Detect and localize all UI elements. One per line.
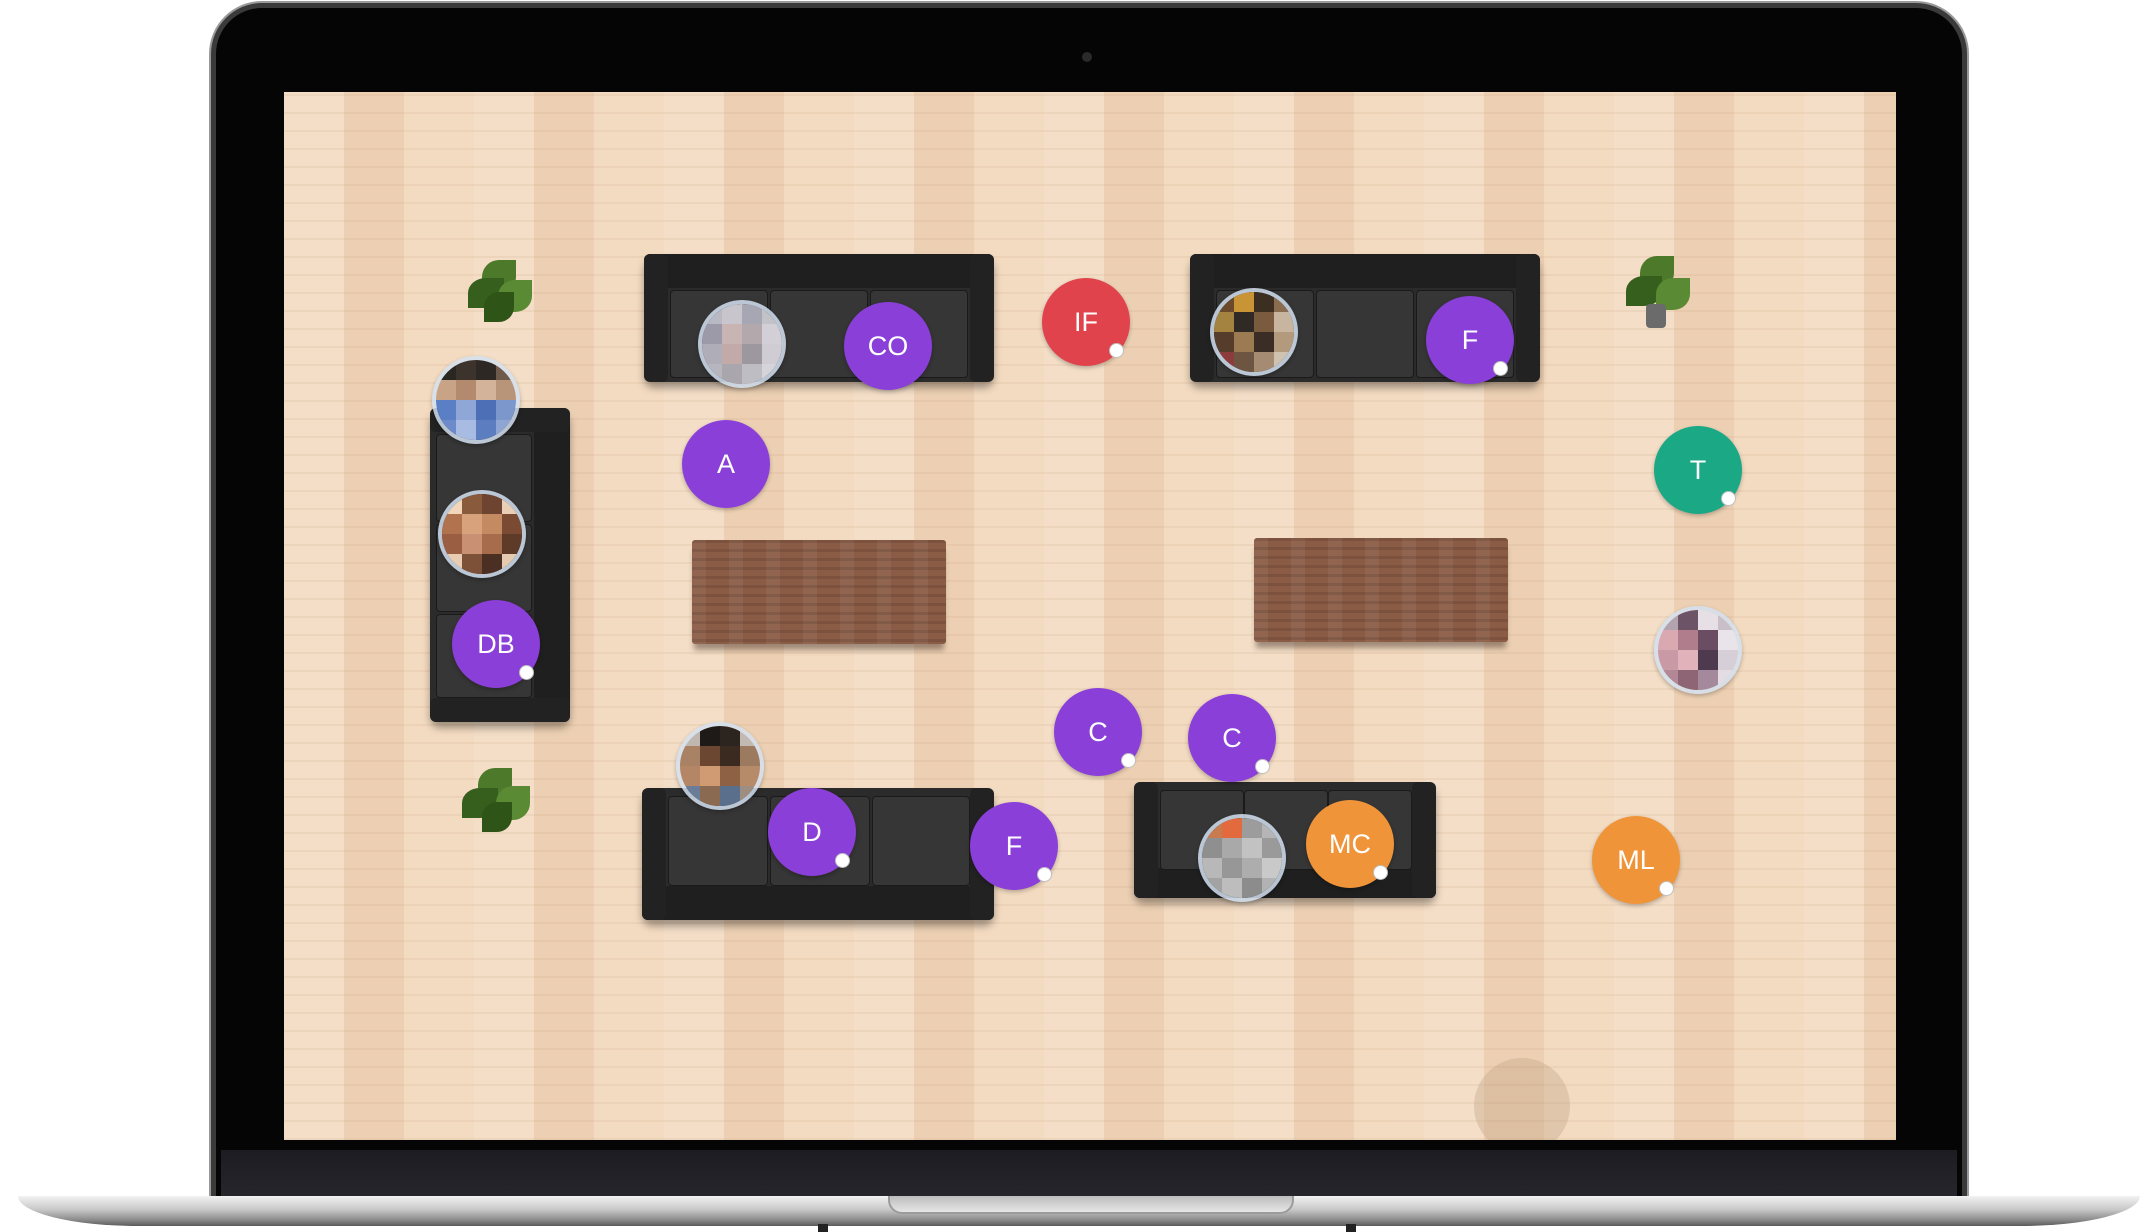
user-photo-avatar[interactable] xyxy=(1210,288,1298,376)
avatar-initials: F xyxy=(1461,324,1479,355)
plant-icon xyxy=(1622,252,1696,328)
mic-status-icon xyxy=(1255,759,1270,774)
webcam-icon xyxy=(1082,52,1092,62)
avatar-initials: C xyxy=(1222,722,1242,753)
participant-avatar[interactable]: C xyxy=(1054,688,1142,776)
user-photo-avatar[interactable] xyxy=(676,722,764,810)
participant-avatar[interactable]: DB xyxy=(452,600,540,688)
participant-avatar[interactable]: IF xyxy=(1042,278,1130,366)
mic-status-icon xyxy=(1121,753,1136,768)
laptop-foot xyxy=(818,1224,828,1232)
user-photo-avatar[interactable] xyxy=(432,356,520,444)
user-photo-avatar[interactable] xyxy=(438,490,526,578)
avatar-initials: A xyxy=(716,448,735,479)
avatar-initials: ML xyxy=(1617,844,1655,875)
avatar-initials: MC xyxy=(1329,828,1371,859)
mic-status-icon xyxy=(1037,867,1052,882)
mic-status-icon xyxy=(1109,343,1124,358)
participant-avatar[interactable]: F xyxy=(1426,296,1514,384)
avatar-initials: IF xyxy=(1074,306,1098,337)
avatar-initials: DB xyxy=(477,628,515,659)
user-photo-avatar[interactable] xyxy=(698,300,786,388)
participant-avatar[interactable]: F xyxy=(970,802,1058,890)
laptop-foot xyxy=(1346,1224,1356,1232)
avatar-initials: C xyxy=(1088,716,1108,747)
mic-status-icon xyxy=(1721,491,1736,506)
mic-status-icon xyxy=(1373,865,1388,880)
avatar-initials: T xyxy=(1689,454,1707,485)
participant-avatar[interactable]: A xyxy=(682,420,770,508)
avatar-initials: F xyxy=(1005,830,1023,861)
mic-status-icon xyxy=(519,665,534,680)
mic-status-icon xyxy=(835,853,850,868)
laptop-hinge-notch xyxy=(888,1196,1294,1214)
mic-status-icon xyxy=(1659,881,1674,896)
participant-avatar[interactable]: C xyxy=(1188,694,1276,782)
user-photo-avatar[interactable] xyxy=(1654,606,1742,694)
participant-avatar[interactable]: ML xyxy=(1592,816,1680,904)
user-photo-avatar[interactable] xyxy=(1198,814,1286,902)
participant-avatar[interactable]: D xyxy=(768,788,856,876)
participant-avatar[interactable]: CO xyxy=(844,302,932,390)
plant-icon xyxy=(464,254,538,328)
laptop-mockup: CO IF F A T DB C C D F MC ML xyxy=(0,0,2140,1232)
plant-icon xyxy=(460,762,534,836)
virtual-office-floor[interactable]: CO IF F A T DB C C D F MC ML xyxy=(284,92,1896,1140)
coffee-table-right xyxy=(1254,538,1508,642)
laptop-bezel-bottom xyxy=(221,1150,1957,1198)
participant-avatar[interactable]: T xyxy=(1654,426,1742,514)
avatar-initials: CO xyxy=(867,330,909,361)
coffee-table-left xyxy=(692,540,946,644)
empty-seat-marker xyxy=(1474,1058,1570,1140)
avatar-initials: D xyxy=(802,816,822,847)
mic-status-icon xyxy=(1493,361,1508,376)
participant-avatar[interactable]: MC xyxy=(1306,800,1394,888)
sofa-top-left xyxy=(644,254,994,382)
